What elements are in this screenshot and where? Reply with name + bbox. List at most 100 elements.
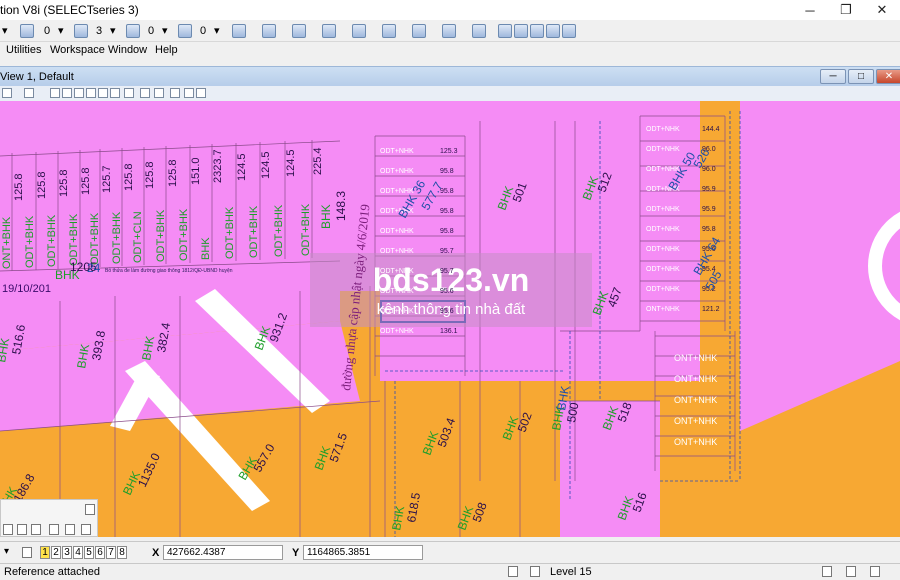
- menu-utilities[interactable]: Utilities: [6, 44, 41, 56]
- standard-tool-icon[interactable]: [232, 22, 246, 39]
- update-view-icon[interactable]: [2, 88, 12, 98]
- layers-tool-icon[interactable]: [412, 22, 426, 39]
- view-minimize-button[interactable]: ─: [820, 69, 846, 84]
- transparency-icon[interactable]: [126, 22, 140, 39]
- clear-tool-icon[interactable]: [562, 22, 576, 39]
- view-button-8[interactable]: 8: [117, 546, 127, 559]
- minimize-button[interactable]: ─: [792, 0, 828, 20]
- right-column-code-label: ONT+NHK: [674, 395, 717, 405]
- palette-close-icon[interactable]: [85, 504, 95, 515]
- menu-help[interactable]: Help: [155, 44, 178, 56]
- parcel-value-label: 501: [510, 180, 530, 204]
- file-tool-icon[interactable]: [262, 22, 276, 39]
- road-note: Bỏ thửa đe làm đường giao thông 1812/QĐ-…: [105, 267, 233, 274]
- view-groups-dropdown-arrow[interactable]: ▾: [4, 546, 9, 557]
- left-strip-value-label: 125.8: [123, 163, 135, 191]
- x-coordinate-field[interactable]: 427662.4387: [163, 545, 283, 560]
- y-coordinate-label: Y: [292, 547, 300, 559]
- level-dropdown-arrow[interactable]: ▾: [2, 22, 8, 39]
- menu-bar: Utilities Workspace Window Help: [0, 42, 900, 60]
- right-column-code-label: ONT+NHK: [674, 353, 717, 363]
- settings-tool-icon[interactable]: [530, 22, 544, 39]
- status-lock-icon[interactable]: [530, 566, 540, 577]
- palette-tool-1-icon[interactable]: [3, 524, 13, 535]
- left-strip-code-label: ODT+BHK: [273, 204, 285, 257]
- palette-tool-6-icon[interactable]: [81, 524, 91, 535]
- info-icon[interactable]: [498, 22, 512, 39]
- view-button-4[interactable]: 4: [73, 546, 83, 559]
- fit-view-icon[interactable]: [74, 88, 84, 98]
- camera-icon[interactable]: [196, 88, 206, 98]
- pan-view-icon[interactable]: [124, 88, 134, 98]
- left-strip-value-label: 225.4: [312, 147, 324, 175]
- priority-dropdown-arrow[interactable]: ▾: [214, 22, 220, 39]
- parcel-number-label: 24: [87, 261, 101, 275]
- status-snap-icon[interactable]: [508, 566, 518, 577]
- palette-tool-4-icon[interactable]: [49, 524, 59, 535]
- zoom-in-icon[interactable]: [24, 88, 34, 98]
- window-area-icon[interactable]: [50, 88, 60, 98]
- view-button-7[interactable]: 7: [106, 546, 116, 559]
- view-button-5[interactable]: 5: [84, 546, 94, 559]
- palette-tool-2-icon[interactable]: [17, 524, 27, 535]
- drawing-canvas[interactable]: bds123.vn kênh thông tin nhà đất đường n…: [0, 101, 900, 537]
- view-groups-bar: ▾ 12345678 X 427662.4387 Y 1164865.3851: [0, 541, 900, 564]
- view-button-6[interactable]: 6: [95, 546, 105, 559]
- color-value[interactable]: 0: [44, 22, 50, 39]
- status-home-icon[interactable]: [846, 566, 856, 577]
- next-view-icon[interactable]: [110, 88, 120, 98]
- property-tool-icon[interactable]: [546, 22, 560, 39]
- status-model-icon[interactable]: [822, 566, 832, 577]
- mid-column-value-label: 136.1: [440, 328, 458, 335]
- raster-tool-icon[interactable]: [352, 22, 366, 39]
- snap-tool-icon[interactable]: [442, 22, 456, 39]
- cadastral-map: bds123.vn kênh thông tin nhà đất đường n…: [0, 101, 900, 537]
- left-strip-code-label: ODT+BHK: [46, 214, 58, 267]
- menu-workspace[interactable]: Workspace: [50, 44, 105, 56]
- tool-palette[interactable]: [0, 499, 98, 537]
- maximize-button[interactable]: ❐: [828, 0, 864, 20]
- status-level: Level 15: [550, 566, 592, 578]
- clip-volume-icon[interactable]: [170, 88, 180, 98]
- mid-column-code-label: ODT+NHK: [380, 148, 414, 155]
- menu-window[interactable]: Window: [108, 44, 147, 56]
- weight-value[interactable]: 3: [96, 22, 102, 39]
- level-tool-icon[interactable]: [292, 22, 306, 39]
- line-weight-icon[interactable]: [74, 22, 88, 39]
- display-style-icon[interactable]: [154, 88, 164, 98]
- mid-column-value-label: 95.8: [440, 208, 454, 215]
- parcel-code-label: BHK: [319, 204, 333, 229]
- previous-view-icon[interactable]: [98, 88, 108, 98]
- measure-tool-icon[interactable]: [472, 22, 486, 39]
- view-window-titlebar[interactable]: View 1, Default ─ □ ✕: [0, 66, 900, 87]
- status-alert-icon[interactable]: [870, 566, 880, 577]
- right-column-code-label: ONT+NHK: [674, 416, 717, 426]
- transparency-value[interactable]: 0: [148, 22, 154, 39]
- view-button-3[interactable]: 3: [62, 546, 72, 559]
- priority-icon[interactable]: [178, 22, 192, 39]
- view-attributes-icon[interactable]: [140, 88, 150, 98]
- palette-tool-5-icon[interactable]: [65, 524, 75, 535]
- display-tool-icon[interactable]: [322, 22, 336, 39]
- zoom-out-icon[interactable]: [62, 88, 72, 98]
- mid-column-code-label: ODT+NHK: [380, 328, 414, 335]
- search-tool-icon[interactable]: [514, 22, 528, 39]
- orange-zone-lower-right: [740, 361, 900, 537]
- transparency-dropdown-arrow[interactable]: ▾: [162, 22, 168, 39]
- view-close-button[interactable]: ✕: [876, 69, 900, 84]
- priority-value[interactable]: 0: [200, 22, 206, 39]
- view-button-1[interactable]: 1: [40, 546, 50, 559]
- color-icon[interactable]: [20, 22, 34, 39]
- reference-tool-icon[interactable]: [382, 22, 396, 39]
- white-roundabout: [868, 211, 900, 321]
- view-button-2[interactable]: 2: [51, 546, 61, 559]
- close-button[interactable]: ✕: [864, 0, 900, 20]
- palette-tool-3-icon[interactable]: [31, 524, 41, 535]
- rotate-view-icon[interactable]: [86, 88, 96, 98]
- color-dropdown-arrow[interactable]: ▾: [58, 22, 64, 39]
- view-maximize-button[interactable]: □: [848, 69, 874, 84]
- y-coordinate-field[interactable]: 1164865.3851: [303, 545, 423, 560]
- clip-mask-icon[interactable]: [184, 88, 194, 98]
- view-groups-icon[interactable]: [22, 547, 32, 558]
- weight-dropdown-arrow[interactable]: ▾: [110, 22, 116, 39]
